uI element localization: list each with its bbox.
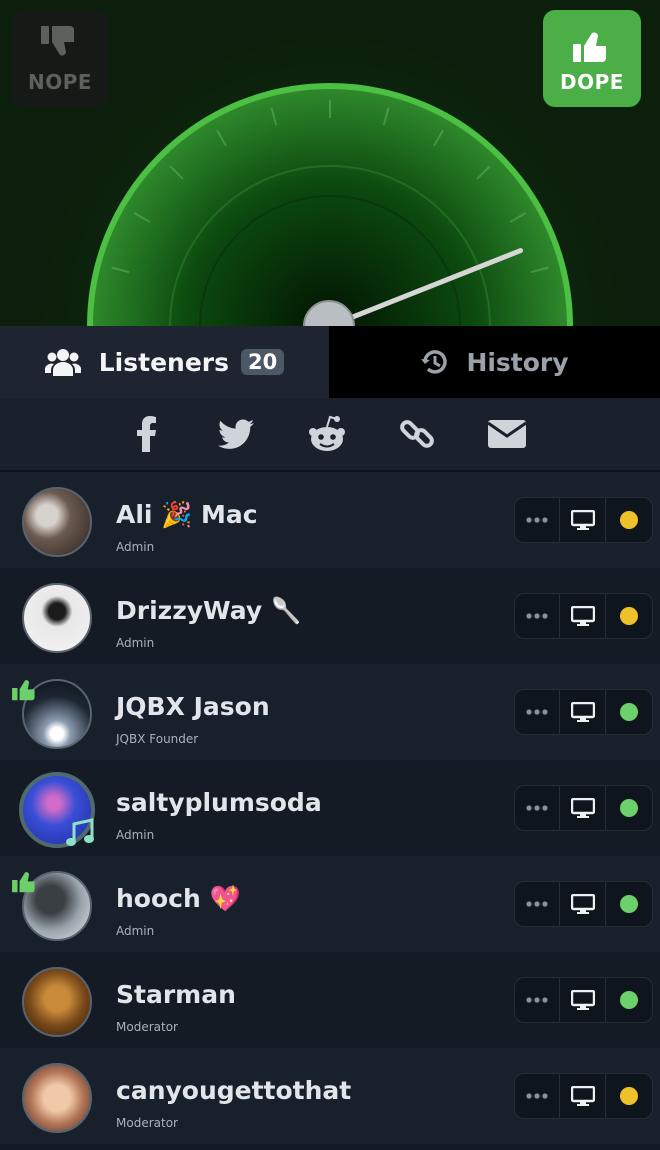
ellipsis-icon (526, 517, 548, 523)
ellipsis-icon (526, 805, 548, 811)
nope-label: NOPE (27, 69, 93, 94)
listener-list: Ali 🎉 Mac Admin DrizzyWay 🥄 Admin JQBX Jason… (0, 472, 660, 1144)
listener-name: JQBX Jason (116, 692, 270, 721)
listener-row[interactable]: Ali 🎉 Mac Admin (0, 472, 660, 568)
status-indicator (606, 978, 652, 1022)
listener-controls (514, 1073, 653, 1119)
desktop-icon (570, 1086, 595, 1106)
more-options-button[interactable] (515, 882, 560, 926)
device-button[interactable] (560, 978, 607, 1022)
device-button[interactable] (560, 882, 607, 926)
status-indicator (606, 882, 652, 926)
desktop-icon (570, 798, 595, 818)
thumbs-up-icon (10, 674, 40, 706)
share-bar (0, 398, 660, 472)
listener-row[interactable]: canyougettothat Moderator (0, 1048, 660, 1144)
panel-tabs: Listeners 20 History (0, 326, 660, 398)
avatar[interactable] (22, 583, 92, 653)
status-dot (620, 607, 639, 625)
thumbs-up-icon (10, 866, 40, 898)
twitter-icon[interactable] (214, 414, 258, 454)
listener-role: Admin (116, 924, 155, 938)
listener-controls (514, 593, 653, 639)
desktop-icon (570, 702, 595, 722)
thumbs-up-icon (570, 24, 614, 68)
listener-name: DrizzyWay 🥄 (116, 596, 302, 625)
desktop-icon (570, 990, 595, 1010)
listener-row[interactable]: saltyplumsoda Admin (0, 760, 660, 856)
device-button[interactable] (560, 1074, 607, 1118)
listener-role: Admin (116, 540, 155, 554)
avatar[interactable] (22, 1063, 92, 1133)
link-icon[interactable] (395, 414, 439, 454)
listener-name: saltyplumsoda (116, 788, 322, 817)
listener-role: Admin (116, 636, 155, 650)
listener-row[interactable]: hooch 💖 Admin (0, 856, 660, 952)
listener-row[interactable]: Starman Moderator (0, 952, 660, 1048)
listener-name: Ali 🎉 Mac (116, 500, 258, 529)
desktop-icon (570, 606, 595, 626)
vote-gauge-panel: NOPE DOPE (0, 0, 660, 326)
listener-controls (514, 497, 653, 543)
device-button[interactable] (560, 498, 607, 542)
ellipsis-icon (526, 613, 548, 619)
listener-role: Moderator (116, 1116, 178, 1130)
listener-name: Starman (116, 980, 236, 1009)
reddit-icon[interactable] (305, 414, 349, 454)
ellipsis-icon (526, 997, 548, 1003)
dope-label: DOPE (560, 69, 624, 94)
status-dot (620, 1087, 639, 1105)
listener-name: canyougettothat (116, 1076, 352, 1105)
status-dot (620, 511, 639, 529)
tab-history-label: History (466, 347, 569, 377)
status-dot (620, 991, 639, 1009)
facebook-icon[interactable] (125, 414, 169, 454)
tab-listeners[interactable]: Listeners 20 (0, 326, 329, 398)
avatar[interactable] (22, 967, 92, 1037)
avatar[interactable] (22, 487, 92, 557)
thumbs-down-icon (38, 24, 82, 68)
tab-listeners-label: Listeners (98, 347, 229, 377)
more-options-button[interactable] (515, 786, 560, 830)
listener-controls (514, 881, 653, 927)
listener-controls (514, 977, 653, 1023)
device-button[interactable] (560, 594, 607, 638)
listener-role: JQBX Founder (116, 732, 199, 746)
listeners-count-badge: 20 (241, 349, 285, 375)
status-indicator (606, 594, 652, 638)
listener-row[interactable]: DrizzyWay 🥄 Admin (0, 568, 660, 664)
desktop-icon (570, 894, 595, 914)
nope-button[interactable]: NOPE (11, 10, 109, 107)
more-options-button[interactable] (515, 498, 560, 542)
more-options-button[interactable] (515, 978, 560, 1022)
more-options-button[interactable] (515, 1074, 560, 1118)
more-options-button[interactable] (515, 690, 560, 734)
more-options-button[interactable] (515, 594, 560, 638)
ellipsis-icon (526, 709, 548, 715)
listener-controls (514, 689, 653, 735)
tab-history[interactable]: History (329, 326, 660, 398)
email-icon[interactable] (485, 414, 529, 454)
listener-row[interactable]: JQBX Jason JQBX Founder (0, 664, 660, 760)
history-icon (420, 347, 450, 377)
desktop-icon (570, 510, 595, 530)
status-indicator (606, 690, 652, 734)
status-dot (620, 895, 639, 913)
status-indicator (606, 786, 652, 830)
music-note-icon (66, 818, 94, 852)
listener-role: Admin (116, 828, 155, 842)
listener-controls (514, 785, 653, 831)
ellipsis-icon (526, 1093, 548, 1099)
listener-role: Moderator (116, 1020, 178, 1034)
listener-name: hooch 💖 (116, 884, 241, 913)
status-indicator (606, 1074, 652, 1118)
status-dot (620, 703, 639, 721)
device-button[interactable] (560, 786, 607, 830)
ellipsis-icon (526, 901, 548, 907)
users-icon (44, 346, 81, 378)
status-indicator (606, 498, 652, 542)
device-button[interactable] (560, 690, 607, 734)
dope-button[interactable]: DOPE (543, 10, 641, 107)
status-dot (620, 799, 639, 817)
